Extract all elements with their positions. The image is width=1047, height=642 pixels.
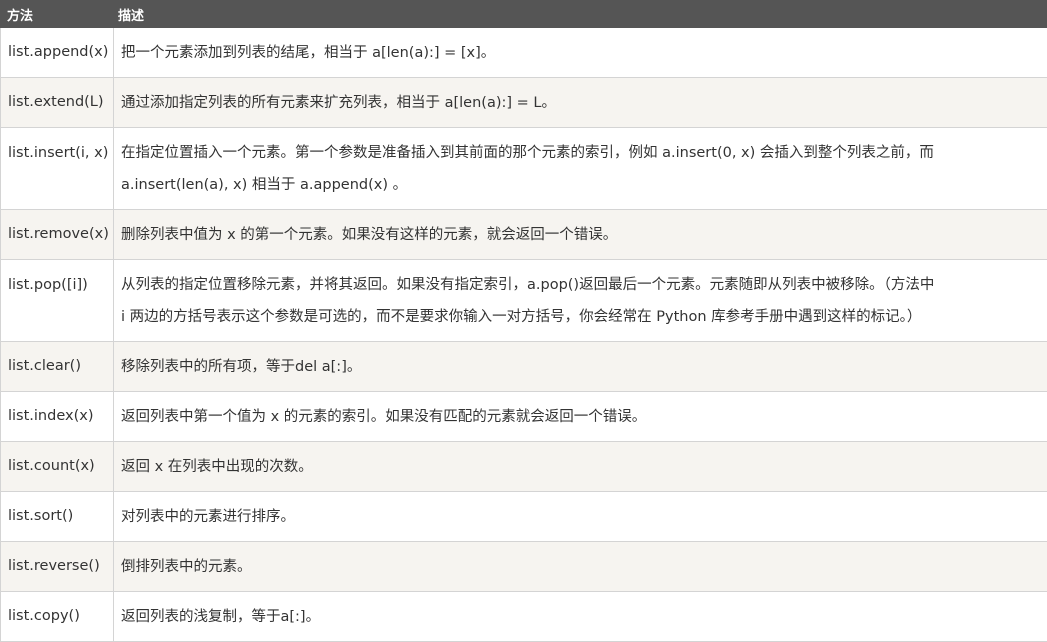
description-cell: 把一个元素添加到列表的结尾，相当于 a[len(a):] = [x]。 — [114, 28, 1047, 78]
table-row: list.copy()返回列表的浅复制，等于a[:]。 — [1, 592, 1047, 642]
description-line: 倒排列表中的元素。 — [121, 551, 1039, 583]
table-row: list.count(x)返回 x 在列表中出现的次数。 — [1, 442, 1047, 492]
description-cell: 在指定位置插入一个元素。第一个参数是准备插入到其前面的那个元素的索引，例如 a.… — [114, 128, 1047, 210]
method-cell: list.extend(L) — [1, 78, 114, 128]
method-cell: list.reverse() — [1, 542, 114, 592]
table-row: list.insert(i, x)在指定位置插入一个元素。第一个参数是准备插入到… — [1, 128, 1047, 210]
description-line: 返回列表的浅复制，等于a[:]。 — [121, 601, 1039, 633]
description-cell: 返回 x 在列表中出现的次数。 — [114, 442, 1047, 492]
description-cell: 通过添加指定列表的所有元素来扩充列表，相当于 a[len(a):] = L。 — [114, 78, 1047, 128]
list-methods-table: 方法 描述 list.append(x)把一个元素添加到列表的结尾，相当于 a[… — [0, 0, 1047, 642]
description-line: 移除列表中的所有项，等于del a[:]。 — [121, 351, 1039, 383]
description-cell: 返回列表的浅复制，等于a[:]。 — [114, 592, 1047, 642]
table-row: list.clear()移除列表中的所有项，等于del a[:]。 — [1, 342, 1047, 392]
table-row: list.remove(x)删除列表中值为 x 的第一个元素。如果没有这样的元素… — [1, 210, 1047, 260]
table-row: list.append(x)把一个元素添加到列表的结尾，相当于 a[len(a)… — [1, 28, 1047, 78]
method-cell: list.pop([i]) — [1, 260, 114, 342]
method-cell: list.insert(i, x) — [1, 128, 114, 210]
header-row: 方法 描述 — [1, 1, 1047, 28]
description-line: 删除列表中值为 x 的第一个元素。如果没有这样的元素，就会返回一个错误。 — [121, 219, 1039, 251]
description-cell: 从列表的指定位置移除元素，并将其返回。如果没有指定索引，a.pop()返回最后一… — [114, 260, 1047, 342]
description-line: 返回列表中第一个值为 x 的元素的索引。如果没有匹配的元素就会返回一个错误。 — [121, 401, 1039, 433]
table-row: list.pop([i])从列表的指定位置移除元素，并将其返回。如果没有指定索引… — [1, 260, 1047, 342]
description-line: a.insert(len(a), x) 相当于 a.append(x) 。 — [121, 169, 1039, 201]
description-cell: 移除列表中的所有项，等于del a[:]。 — [114, 342, 1047, 392]
header-method: 方法 — [1, 1, 114, 28]
description-cell: 返回列表中第一个值为 x 的元素的索引。如果没有匹配的元素就会返回一个错误。 — [114, 392, 1047, 442]
method-cell: list.sort() — [1, 492, 114, 542]
method-cell: list.count(x) — [1, 442, 114, 492]
description-cell: 对列表中的元素进行排序。 — [114, 492, 1047, 542]
description-line: 把一个元素添加到列表的结尾，相当于 a[len(a):] = [x]。 — [121, 37, 1039, 69]
table-row: list.sort()对列表中的元素进行排序。 — [1, 492, 1047, 542]
table-row: list.reverse()倒排列表中的元素。 — [1, 542, 1047, 592]
method-cell: list.clear() — [1, 342, 114, 392]
description-line: i 两边的方括号表示这个参数是可选的，而不是要求你输入一对方括号，你会经常在 P… — [121, 301, 1039, 333]
table-body: list.append(x)把一个元素添加到列表的结尾，相当于 a[len(a)… — [1, 28, 1047, 642]
description-cell: 倒排列表中的元素。 — [114, 542, 1047, 592]
description-line: 对列表中的元素进行排序。 — [121, 501, 1039, 533]
method-cell: list.remove(x) — [1, 210, 114, 260]
method-cell: list.append(x) — [1, 28, 114, 78]
table-header: 方法 描述 — [1, 1, 1047, 28]
header-description: 描述 — [114, 1, 1047, 28]
description-cell: 删除列表中值为 x 的第一个元素。如果没有这样的元素，就会返回一个错误。 — [114, 210, 1047, 260]
table-row: list.extend(L)通过添加指定列表的所有元素来扩充列表，相当于 a[l… — [1, 78, 1047, 128]
description-line: 在指定位置插入一个元素。第一个参数是准备插入到其前面的那个元素的索引，例如 a.… — [121, 137, 1039, 169]
table-row: list.index(x)返回列表中第一个值为 x 的元素的索引。如果没有匹配的… — [1, 392, 1047, 442]
method-cell: list.index(x) — [1, 392, 114, 442]
description-line: 从列表的指定位置移除元素，并将其返回。如果没有指定索引，a.pop()返回最后一… — [121, 269, 1039, 301]
description-line: 返回 x 在列表中出现的次数。 — [121, 451, 1039, 483]
method-cell: list.copy() — [1, 592, 114, 642]
description-line: 通过添加指定列表的所有元素来扩充列表，相当于 a[len(a):] = L。 — [121, 87, 1039, 119]
